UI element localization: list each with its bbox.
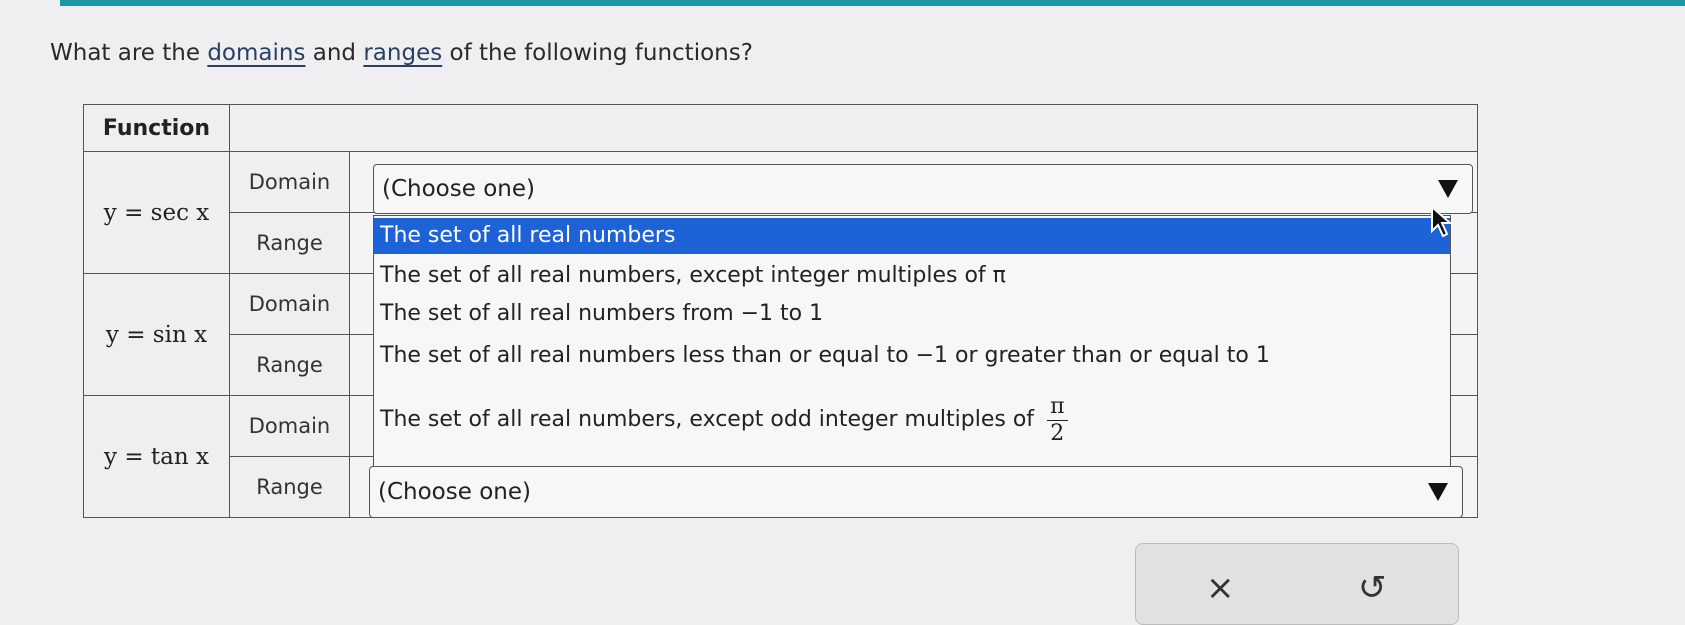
mouse-cursor-icon — [1431, 205, 1453, 238]
function-sin: y = sin x — [83, 273, 230, 396]
option-except-odd-pi-half[interactable]: The set of all real numbers, except odd … — [374, 390, 1450, 450]
table-header-blank — [229, 104, 1478, 152]
option-outside-minus-one-one[interactable]: The set of all real numbers less than or… — [374, 336, 1450, 376]
function-tan: y = tan x — [83, 395, 230, 518]
domains-link[interactable]: domains — [207, 40, 305, 66]
label-range: Range — [229, 334, 350, 396]
label-range: Range — [229, 456, 350, 518]
range-tan-select[interactable]: (Choose one) — [369, 466, 1463, 518]
function-sec: y = sec x — [83, 151, 230, 274]
label-domain: Domain — [229, 395, 350, 457]
option-minus-one-to-one[interactable]: The set of all real numbers from −1 to 1 — [374, 296, 1450, 332]
options-dropdown[interactable]: The set of all real numbers The set of a… — [373, 215, 1451, 480]
reset-icon[interactable]: ↺ — [1358, 568, 1387, 608]
option-all-reals[interactable]: The set of all real numbers — [374, 218, 1450, 254]
select-value: (Choose one) — [378, 479, 531, 505]
select-value: (Choose one) — [382, 176, 535, 202]
close-icon[interactable]: × — [1206, 568, 1235, 608]
domain-sec-select[interactable]: (Choose one) — [373, 164, 1473, 214]
ranges-link[interactable]: ranges — [363, 40, 442, 66]
chevron-down-icon[interactable] — [1438, 180, 1458, 198]
action-panel — [1135, 543, 1459, 625]
top-accent-bar — [60, 0, 1685, 6]
table-header-function: Function — [83, 104, 230, 152]
option-except-pi-multiples[interactable]: The set of all real numbers, except inte… — [374, 258, 1450, 294]
chevron-down-icon[interactable] — [1428, 483, 1448, 501]
label-domain: Domain — [229, 151, 350, 213]
pi-over-two: π 2 — [1047, 394, 1068, 447]
label-domain: Domain — [229, 273, 350, 335]
label-range: Range — [229, 212, 350, 274]
question-text: What are the domains and ranges of the f… — [50, 40, 753, 66]
